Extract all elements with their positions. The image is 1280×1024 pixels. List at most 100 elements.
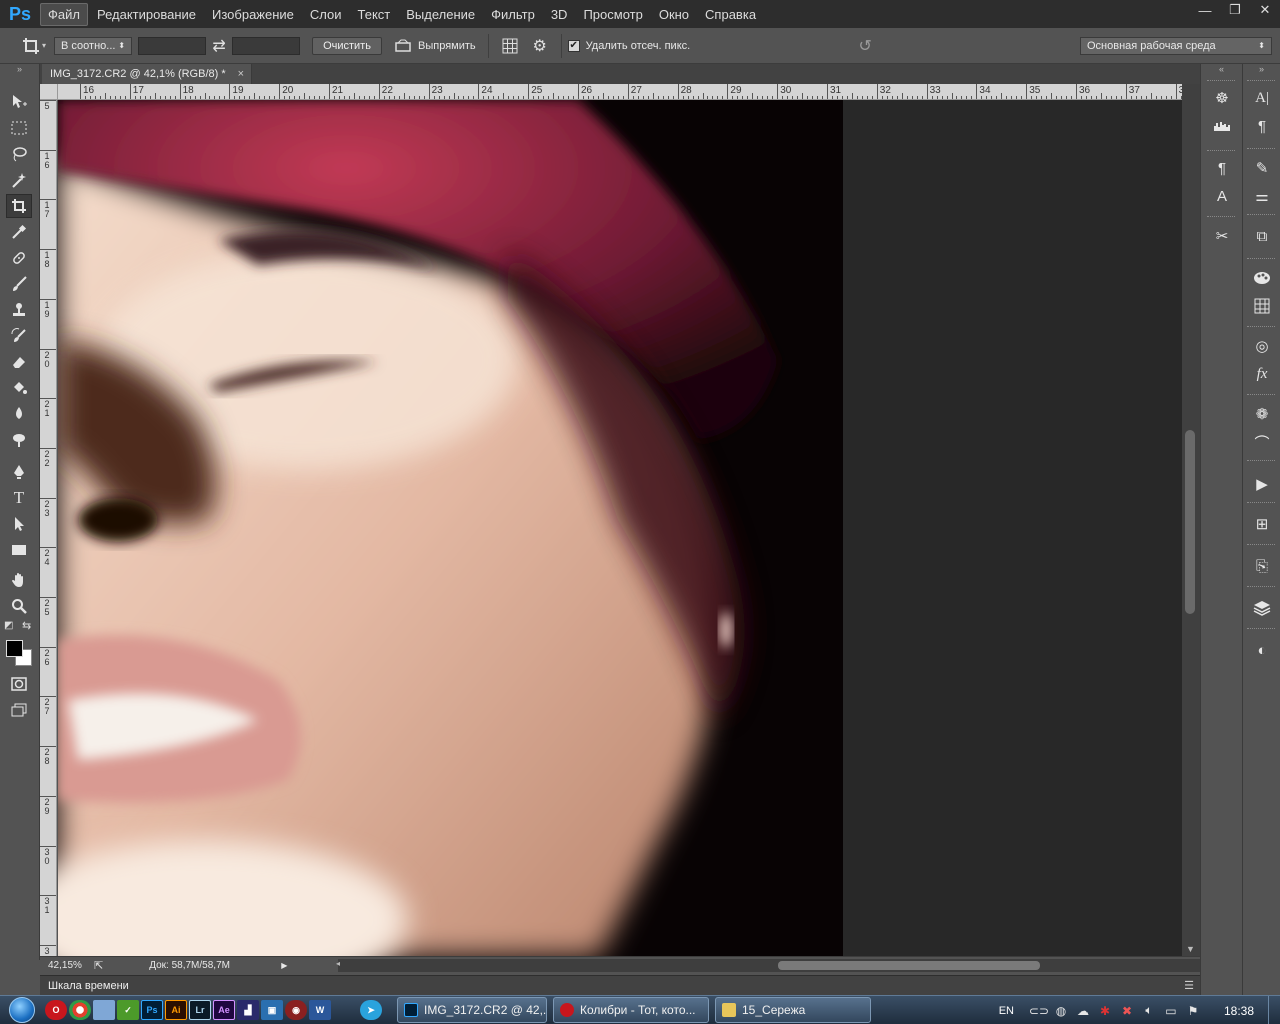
pen-icon[interactable]: [6, 460, 32, 484]
dock-collapse-icon[interactable]: »: [1243, 64, 1280, 74]
document-tab[interactable]: IMG_3172.CR2 @ 42,1% (RGB/8) * ×: [42, 64, 252, 84]
paragraph-icon[interactable]: ¶: [1248, 114, 1276, 138]
tools-panel-collapse-icon[interactable]: »: [0, 64, 39, 74]
clear-button[interactable]: Очистить: [312, 36, 383, 55]
dock-expand-icon[interactable]: «: [1201, 64, 1242, 74]
task-explorer[interactable]: 15_Сережа: [715, 997, 871, 1023]
cloud-icon[interactable]: ☁: [1074, 1002, 1092, 1020]
properties-icon[interactable]: ⊞: [1248, 512, 1276, 536]
channels-icon[interactable]: ◐: [1248, 638, 1276, 662]
history-icon[interactable]: ⎘: [1248, 554, 1276, 578]
link-icon[interactable]: ⊂⊃: [1029, 1002, 1049, 1020]
brush-presets-icon[interactable]: ✎: [1248, 156, 1276, 180]
character-icon[interactable]: A|: [1248, 86, 1276, 110]
task-photoshop[interactable]: IMG_3172.CR2 @ 42,...: [397, 997, 547, 1023]
swatches-icon[interactable]: [1248, 294, 1276, 318]
menu-file[interactable]: Файл: [40, 2, 88, 26]
panel-menu-icon[interactable]: ☰: [1184, 979, 1194, 992]
antivirus-icon[interactable]: ✱: [1096, 1002, 1114, 1020]
swap-dimensions-icon[interactable]: ⇄: [206, 32, 232, 60]
foreground-color-swatch[interactable]: [6, 640, 23, 657]
menu-edit[interactable]: Редактирование: [90, 4, 203, 25]
horizontal-scrollbar-thumb[interactable]: [778, 961, 1040, 970]
workspace-select[interactable]: Основная рабочая среда ⬍: [1080, 36, 1272, 55]
timeline-panel[interactable]: Шкала времени ☰: [40, 975, 1200, 995]
telegram-icon[interactable]: ➤: [360, 1000, 382, 1020]
document-photo[interactable]: [58, 100, 843, 956]
menu-window[interactable]: Окно: [652, 4, 696, 25]
illustrator-icon[interactable]: Ai: [165, 1000, 187, 1020]
menu-filter[interactable]: Фильтр: [484, 4, 542, 25]
color-icon[interactable]: [1248, 266, 1276, 290]
brush-icon[interactable]: [6, 272, 32, 296]
vertical-scrollbar[interactable]: ▼: [1182, 84, 1200, 956]
app-window-icon[interactable]: ▣: [261, 1000, 283, 1020]
overlay-grid-icon[interactable]: [495, 32, 525, 60]
adjustments-icon[interactable]: ❁: [1248, 402, 1276, 426]
notepad-icon[interactable]: [93, 1000, 115, 1020]
menu-image[interactable]: Изображение: [205, 4, 301, 25]
horizontal-scrollbar[interactable]: ◂ ▸: [336, 959, 1218, 972]
actions-play-icon[interactable]: ▶: [1248, 472, 1276, 496]
opera-icon[interactable]: O: [45, 1000, 67, 1020]
document-tab-close-icon[interactable]: ×: [238, 68, 244, 80]
ruler-origin[interactable]: [40, 84, 58, 100]
height-input[interactable]: [232, 36, 301, 55]
clock[interactable]: 18:38: [1224, 1004, 1254, 1018]
tool-presets-icon[interactable]: ✂: [1208, 224, 1236, 248]
media-encoder-icon[interactable]: ▟: [237, 1000, 259, 1020]
export-icon[interactable]: ⇱: [94, 959, 103, 972]
clone-source-icon[interactable]: ⧉: [1248, 224, 1276, 248]
straighten-icon[interactable]: [388, 32, 418, 60]
status-menu-arrow-icon[interactable]: ▶: [281, 961, 287, 970]
quick-mask-icon[interactable]: [6, 672, 32, 696]
menu-3d[interactable]: 3D: [544, 4, 575, 25]
marquee-icon[interactable]: [6, 116, 32, 140]
notification-icon[interactable]: ✖: [1118, 1002, 1136, 1020]
timeline-title[interactable]: Шкала времени: [48, 980, 129, 992]
horizontal-ruler[interactable]: 16 17 18 19 20 21 22 23 24 25 26 27 28 29 30 31 32 33 34 35…: [58, 84, 1182, 100]
task-opera[interactable]: Колибри - Тот, кото...: [553, 997, 709, 1023]
zoom-level[interactable]: 42,15%: [48, 960, 88, 971]
canvas-area[interactable]: [58, 100, 1182, 956]
app-disc-icon[interactable]: ◉: [285, 1000, 307, 1020]
lasso-icon[interactable]: [6, 142, 32, 166]
display-icon[interactable]: ▭: [1162, 1002, 1180, 1020]
delete-cropped-checkbox[interactable]: ✔: [567, 39, 580, 52]
lightroom-icon[interactable]: Lr: [189, 1000, 211, 1020]
menu-layers[interactable]: Слои: [303, 4, 349, 25]
paragraph-styles-icon[interactable]: ¶: [1208, 156, 1236, 180]
network-globe-icon[interactable]: ◍: [1052, 1002, 1070, 1020]
blur-icon[interactable]: [6, 402, 32, 426]
histogram-icon[interactable]: [1208, 114, 1236, 138]
type-icon[interactable]: T: [6, 486, 32, 510]
action-center-flag-icon[interactable]: ⚑: [1184, 1002, 1202, 1020]
width-input[interactable]: [138, 36, 207, 55]
scroll-down-arrow-icon[interactable]: ▼: [1186, 944, 1195, 954]
default-colors-icon[interactable]: ◩: [4, 620, 13, 631]
scroll-left-arrow-icon[interactable]: ◂: [336, 959, 340, 968]
paint-bucket-icon[interactable]: [6, 376, 32, 400]
styles-fx-icon[interactable]: fx: [1248, 362, 1276, 386]
vertical-scrollbar-thumb[interactable]: [1185, 430, 1195, 614]
eraser-icon[interactable]: [6, 350, 32, 374]
after-effects-icon[interactable]: Ae: [213, 1000, 235, 1020]
vertical-ruler[interactable]: 5 16 17 18 19 20 21 22 23 24 25 26 27 28 29 30 31 32: [40, 100, 57, 956]
menu-select[interactable]: Выделение: [399, 4, 482, 25]
navigator-icon[interactable]: ☸: [1208, 86, 1236, 110]
character-styles-icon[interactable]: A: [1208, 184, 1236, 208]
crop-settings-gear-icon[interactable]: ⚙: [525, 32, 555, 60]
straighten-label[interactable]: Выпрямить: [418, 40, 476, 52]
app-leaf-icon[interactable]: ✓: [117, 1000, 139, 1020]
path-select-icon[interactable]: [6, 512, 32, 536]
volume-icon[interactable]: 🔈︎: [1140, 1002, 1158, 1020]
preset-dropdown-arrow-icon[interactable]: ▾: [42, 41, 46, 50]
chrome-icon[interactable]: [69, 1000, 91, 1020]
libraries-icon[interactable]: ◎: [1248, 334, 1276, 358]
restore-button[interactable]: ❐: [1220, 0, 1250, 20]
crop-icon[interactable]: [6, 194, 32, 218]
paths-icon[interactable]: ⌒: [1248, 430, 1276, 454]
delete-cropped-label[interactable]: Удалить отсеч. пикс.: [586, 40, 691, 52]
stamp-icon[interactable]: [6, 298, 32, 322]
menu-view[interactable]: Просмотр: [576, 4, 649, 25]
